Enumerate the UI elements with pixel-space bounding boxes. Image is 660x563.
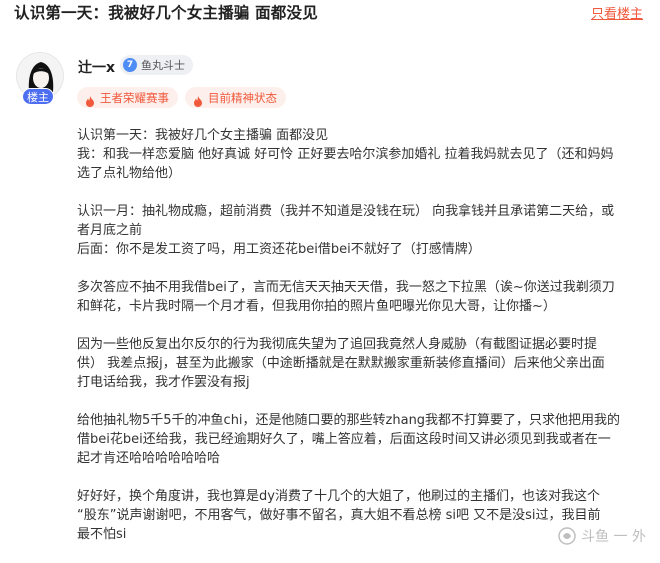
paragraph: 多次答应不抽不用我借bei了，言而无信天天抽天天借，我一怒之下拉黑（诶~你送过我… xyxy=(77,278,649,316)
op-only-link[interactable]: 只看楼主 xyxy=(591,3,643,22)
tag-label: 王者荣耀赛事 xyxy=(100,90,169,105)
paragraph: 认识第一天：我被好几个女主播骗 面都没见 我：和我一样恋爱脑 他好真诚 好可怜 … xyxy=(77,126,649,183)
post-body: 认识第一天：我被好几个女主播骗 面都没见 我：和我一样恋爱脑 他好真诚 好可怜 … xyxy=(77,126,649,563)
text-line: 起才肯还哈哈哈哈哈哈哈 xyxy=(77,451,221,466)
text-line: 认识第一天：我被好几个女主播骗 面都没见 xyxy=(77,128,329,143)
text-line: 选了点礼物给他） xyxy=(77,166,182,181)
tag-mental-state[interactable]: 目前精神状态 xyxy=(185,87,286,108)
op-badge: 楼主 xyxy=(22,88,54,105)
flame-icon xyxy=(193,92,203,107)
paragraph: 因为一些他反复出尔反尔的行为我彻底失望为了追回我竟然人身威胁（有截图证据必要时提… xyxy=(77,335,649,392)
text-line: 认识一月：抽礼物成瘾，超前消费（我并不知道是没钱在玩） 向我拿钱并且承诺第二天给… xyxy=(77,204,615,219)
text-line: 我：和我一样恋爱脑 他好真诚 好可怜 正好要去哈尔滨参加婚礼 拉着我妈就去见了（… xyxy=(77,147,614,162)
post-header: 认识第一天：我被好几个女主播骗 面都没见 只看楼主 xyxy=(0,0,660,26)
tag-honor-of-kings-events[interactable]: 王者荣耀赛事 xyxy=(77,87,178,108)
level-number: 7 xyxy=(123,58,137,72)
level-name: 鱼丸斗士 xyxy=(141,59,185,72)
paragraph: 给他抽礼物5千5千的冲鱼chi，还是他随口要的那些转zhang我都不打算要了，只… xyxy=(77,411,649,468)
text-line: 好好好，换个角度讲，我也算是dy消费了十几个的大姐了，他刷过的主播们，也该对我这… xyxy=(77,489,600,504)
level-badge[interactable]: 7 鱼丸斗士 xyxy=(120,55,193,75)
username[interactable]: 辻一x xyxy=(78,57,115,77)
text-line: 借bei花bei还给我，我已经逾期好久了，嘴上答应着，后面这段时间又讲必须见到我… xyxy=(77,432,611,447)
text-line: “股东”说声谢谢吧，不用客气，做好事不留名，真大姐不看总榜 si吧 又不是没si… xyxy=(77,508,601,523)
tag-label: 目前精神状态 xyxy=(208,90,277,105)
text-line: 给他抽礼物5千5千的冲鱼chi，还是他随口要的那些转zhang我都不打算要了，只… xyxy=(77,413,621,428)
post-title: 认识第一天：我被好几个女主播骗 面都没见 xyxy=(14,4,318,22)
text-line: 者月底之前 xyxy=(77,223,143,238)
text-line: 后面：你不是发工资了吗，用工资还花bei借bei不就好了（打感情牌） xyxy=(77,242,481,257)
text-line: 多次答应不抽不用我借bei了，言而无信天天抽天天借，我一怒之下拉黑（诶~你送过我… xyxy=(77,280,615,295)
text-line: 供） 我差点报j，甚至为此搬家（中途断播就是在默默搬家重新装修直播间）后来他父亲… xyxy=(77,356,605,371)
text-line: 和鲜花，卡片我时隔一个月才看，但我用你拍的照片鱼吧曝光你见大哥，让你播~） xyxy=(77,299,556,314)
paragraph: 好好好，换个角度讲，我也算是dy消费了十几个的大姐了，他刷过的主播们，也该对我这… xyxy=(77,487,649,544)
text-line: 最不怕si xyxy=(77,527,127,542)
text-line: 因为一些他反复出尔反尔的行为我彻底失望为了追回我竟然人身威胁（有截图证据必要时提 xyxy=(77,337,598,352)
paragraph: 认识一月：抽礼物成瘾，超前消费（我并不知道是没钱在玩） 向我拿钱并且承诺第二天给… xyxy=(77,202,649,259)
text-line: 打电话给我，我才作罢没有报j xyxy=(77,375,250,390)
flame-icon xyxy=(85,92,95,107)
